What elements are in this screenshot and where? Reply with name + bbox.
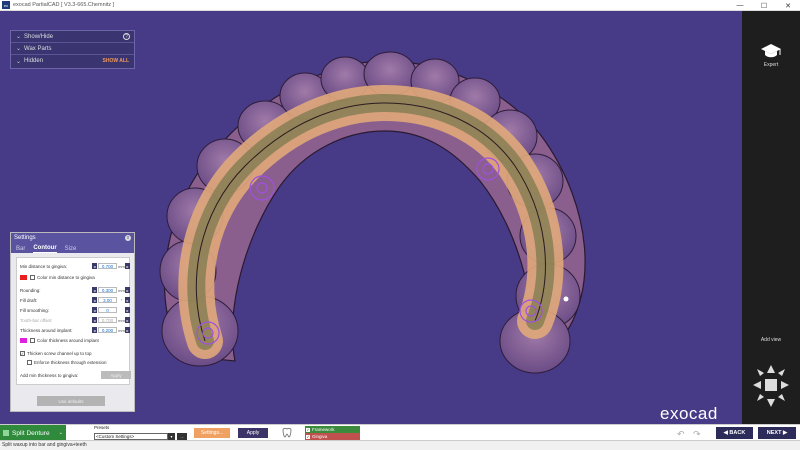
- wax-parts-row[interactable]: ⌄ Wax Parts: [11, 43, 134, 55]
- increment-button[interactable]: ▸: [125, 297, 130, 303]
- close-icon[interactable]: x: [125, 235, 131, 241]
- right-panel: Expert Add view: [742, 11, 800, 424]
- 3d-viewport[interactable]: ⌄ Show/Hide ? ⌄ Wax Parts ⌄ Hidden SHOW …: [0, 11, 742, 424]
- color-swatch-red[interactable]: [20, 274, 27, 280]
- window-title: exocad PartialCAD [ V3.3-665.Chemnitz ]: [13, 2, 115, 8]
- hidden-row[interactable]: ⌄ Hidden SHOW ALL: [11, 55, 134, 67]
- status-bar: Split waxup into bar and gingiva+teeth: [0, 440, 800, 450]
- split-denture-step[interactable]: Split Denture ⌄: [0, 425, 66, 441]
- rounding-input[interactable]: 0.300: [98, 287, 117, 293]
- wax-parts-label: Wax Parts: [24, 45, 52, 52]
- apply-min-thickness-button[interactable]: Apply: [101, 371, 131, 379]
- chevron-down-icon: ⌄: [16, 58, 22, 65]
- redo-icon[interactable]: ↷: [693, 429, 701, 440]
- maximize-button[interactable]: ☐: [752, 0, 776, 11]
- rounding-row: Rounding: ◂ 0.300 mm ▸: [20, 287, 130, 293]
- color-min-distance-checkbox[interactable]: [30, 274, 35, 280]
- preset-dropdown-button[interactable]: ▾: [168, 433, 175, 440]
- thicken-screw-checkbox[interactable]: ✓: [20, 350, 25, 356]
- chevron-down-icon: ⌄: [16, 34, 22, 40]
- step-indicator-icon: [3, 430, 9, 436]
- legend-gingiva[interactable]: ✓ Gingiva: [305, 433, 360, 440]
- increment-button[interactable]: ▸: [125, 327, 130, 333]
- expert-mode-button[interactable]: Expert: [742, 43, 800, 68]
- tab-contour[interactable]: Contour: [33, 245, 57, 253]
- use-defaults-button[interactable]: Use defaults: [37, 396, 105, 406]
- show-hide-label: Show/Hide: [24, 33, 54, 40]
- decrement-button[interactable]: ◂: [92, 317, 97, 323]
- chevron-down-icon[interactable]: ⌄: [59, 430, 63, 436]
- show-all-button[interactable]: SHOW ALL: [103, 58, 129, 64]
- decrement-button[interactable]: ◂: [92, 263, 97, 269]
- settings-panel: Settings x Bar Contour Size Min distance…: [10, 232, 135, 412]
- fill-draft-row: Fill draft: ◂ 3.00 ° ▸: [20, 297, 130, 303]
- thickness-implant-row: Thickness around implant: ◂ 0.200 mm ▸: [20, 327, 130, 333]
- show-hide-row[interactable]: ⌄ Show/Hide ?: [11, 31, 134, 43]
- min-distance-row: Min distance to gingiva: ◂ 0.700 mm ▸: [20, 263, 130, 269]
- fill-draft-input[interactable]: 3.00: [98, 297, 117, 303]
- tooth-icon[interactable]: [281, 427, 293, 439]
- next-button[interactable]: NEXT ▶: [758, 427, 796, 439]
- tooth-bar-offset-input[interactable]: 0.700: [98, 317, 117, 323]
- apply-button[interactable]: Apply: [238, 428, 268, 438]
- undo-icon[interactable]: ↶: [677, 429, 685, 440]
- fill-smoothing-input[interactable]: 0: [98, 307, 117, 313]
- view-cube-icon[interactable]: [751, 361, 791, 409]
- color-min-distance-row: Color min distance to gingiva: [20, 273, 130, 281]
- help-icon[interactable]: ?: [123, 33, 130, 40]
- back-button[interactable]: ◀ BACK: [716, 427, 753, 439]
- decrement-button[interactable]: ◂: [92, 297, 97, 303]
- enforce-thickness-row: Enforce thickness through extension: [27, 358, 137, 366]
- hidden-label: Hidden: [24, 58, 44, 64]
- framework-checkbox[interactable]: ✓: [306, 427, 310, 432]
- tab-size[interactable]: Size: [65, 246, 77, 253]
- title-bar: ex exocad PartialCAD [ V3.3-665.Chemnitz…: [0, 0, 800, 11]
- settings-header: Settings x: [11, 233, 134, 243]
- tooth-bar-offset-row: Tooth-bar offset: ◂ 0.700 mm ▸: [20, 317, 130, 323]
- component-legend: ✓ Framework ✓ Gingiva: [305, 426, 360, 440]
- chevron-down-icon: ⌄: [16, 46, 22, 52]
- minimize-button[interactable]: —: [728, 0, 752, 11]
- decrement-button[interactable]: ◂: [92, 307, 97, 313]
- thickness-implant-input[interactable]: 0.200: [98, 327, 117, 333]
- enforce-thickness-checkbox[interactable]: [27, 359, 32, 365]
- exocad-logo: exocad: [660, 404, 718, 423]
- increment-button[interactable]: ▸: [125, 287, 130, 293]
- fill-smoothing-row: Fill smoothing: ◂ 0 ▸: [20, 307, 130, 313]
- preset-select[interactable]: <Custom Settings>: [94, 433, 168, 440]
- cursor-dot: [563, 296, 569, 302]
- graduation-cap-icon: [760, 43, 782, 59]
- close-window-button[interactable]: ✕: [776, 0, 800, 11]
- color-thickness-row: Color thickness around implant: [20, 336, 130, 344]
- add-view-label[interactable]: Add view: [742, 337, 800, 343]
- preset-more-button[interactable]: ...: [177, 433, 187, 440]
- app-icon: ex: [2, 1, 10, 9]
- tab-bar[interactable]: Bar: [16, 246, 25, 253]
- increment-button[interactable]: ▸: [125, 263, 130, 269]
- increment-button[interactable]: ▸: [125, 307, 130, 313]
- min-distance-input[interactable]: 0.700: [98, 263, 117, 269]
- contour-settings-body: Min distance to gingiva: ◂ 0.700 mm ▸ Color…: [16, 257, 131, 385]
- color-swatch-magenta[interactable]: [20, 337, 27, 343]
- settings-title: Settings: [14, 235, 36, 241]
- visibility-panel: ⌄ Show/Hide ? ⌄ Wax Parts ⌄ Hidden SHOW …: [10, 30, 135, 69]
- settings-tabs: Bar Contour Size: [11, 243, 134, 253]
- decrement-button[interactable]: ◂: [92, 287, 97, 293]
- decrement-button[interactable]: ◂: [92, 327, 97, 333]
- increment-button[interactable]: ▸: [125, 317, 130, 323]
- color-thickness-checkbox[interactable]: [30, 337, 35, 343]
- bottom-toolbar: Split Denture ⌄ Presets <Custom Settings…: [0, 424, 800, 441]
- thicken-screw-row: ✓ Thicken screw channel up to top: [20, 350, 92, 356]
- settings-button[interactable]: Settings...: [194, 428, 230, 438]
- expert-label: Expert: [763, 62, 779, 68]
- legend-framework[interactable]: ✓ Framework: [305, 426, 360, 433]
- gingiva-checkbox[interactable]: ✓: [306, 434, 310, 439]
- presets-label: Presets: [94, 425, 110, 430]
